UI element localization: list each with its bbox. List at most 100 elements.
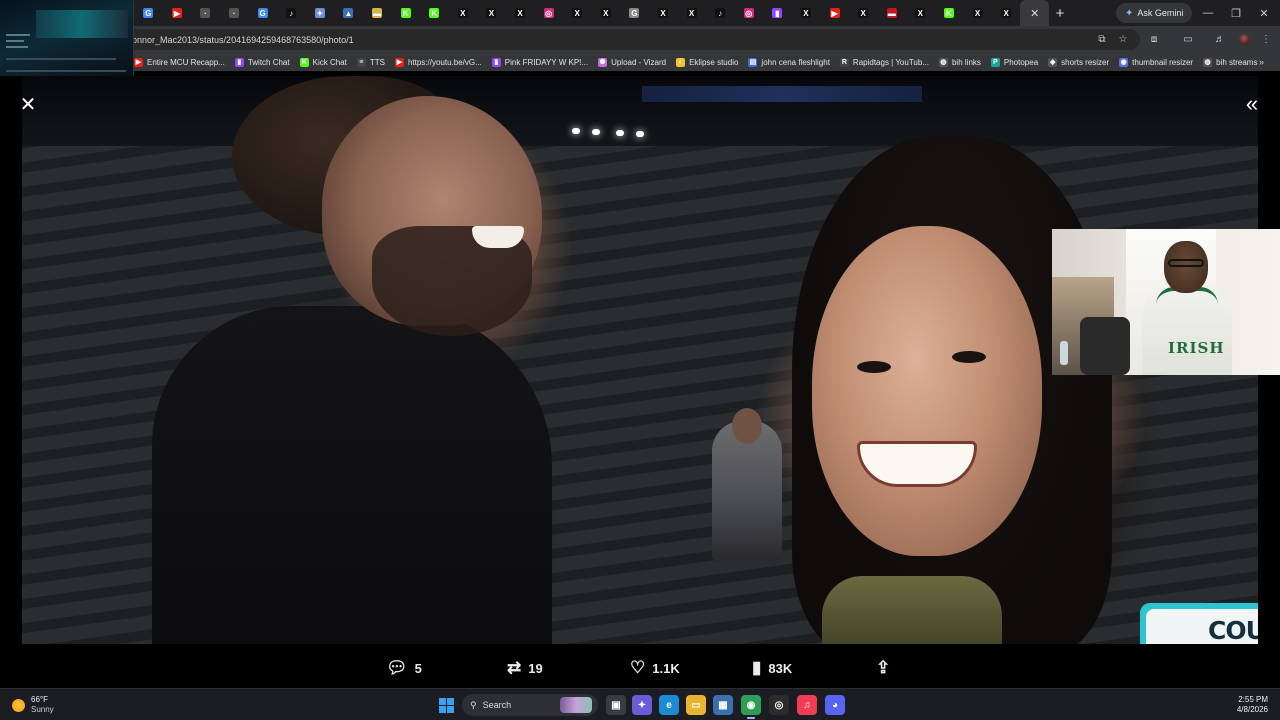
browser-tab[interactable]: ▬ xyxy=(877,0,906,26)
system-clock[interactable]: 2:55 PM 4/8/2026 xyxy=(1237,695,1268,715)
close-viewer-button[interactable]: ✕ xyxy=(16,92,40,116)
bookmark-item[interactable]: P Photopea xyxy=(990,57,1038,67)
x-icon: X xyxy=(915,8,926,18)
bookmark-item[interactable]: ▶ Entire MCU Recapp... xyxy=(134,57,225,67)
browser-tab[interactable]: X xyxy=(677,0,706,26)
browser-tab[interactable]: X xyxy=(992,0,1021,26)
bookmark-star-icon[interactable]: ☆ xyxy=(1116,31,1130,47)
repost-button[interactable]: ⇄ 19 xyxy=(507,658,543,678)
arena-light xyxy=(592,129,600,135)
maximize-button[interactable]: ❐ xyxy=(1222,0,1250,26)
bookmark-item[interactable]: R Rapidtags | YouTub... xyxy=(839,57,929,67)
views-button[interactable]: ▮ 83K xyxy=(752,658,792,678)
close-window-button[interactable]: ✕ xyxy=(1250,0,1278,26)
reply-button[interactable]: 💬︎ 5 xyxy=(386,658,422,678)
woman-eye xyxy=(952,351,986,363)
bookmarks-overflow-button[interactable]: » xyxy=(1259,53,1264,71)
obs-icon[interactable]: ◎ xyxy=(769,695,789,715)
kick-icon: K xyxy=(429,8,440,18)
like-button[interactable]: ♡ 1.1K xyxy=(630,658,680,678)
bookmark-item[interactable]: ◐ Eklipse studio xyxy=(676,57,738,67)
twitch-icon: ▮ xyxy=(772,8,783,18)
browser-tab[interactable]: G xyxy=(134,0,163,26)
chrome-icon[interactable]: ◉ xyxy=(741,695,761,715)
search-label: Search xyxy=(482,700,512,710)
x-icon: X xyxy=(515,8,526,18)
browser-tab[interactable]: G xyxy=(620,0,649,26)
browser-tab[interactable]: X xyxy=(449,0,478,26)
broadcast-badge: COU xyxy=(1140,603,1258,644)
browser-tab[interactable]: X xyxy=(792,0,821,26)
bookmark-item[interactable]: ✺ Upload - Vizard xyxy=(598,57,666,67)
profile-avatar[interactable] xyxy=(1236,31,1252,47)
browser-tab[interactable]: ▮ xyxy=(763,0,792,26)
browser-tab[interactable]: X xyxy=(477,0,506,26)
browser-tab[interactable]: ▲ xyxy=(334,0,363,26)
bookmark-item[interactable]: ◍ bih links xyxy=(938,57,981,67)
active-tab[interactable]: ✕ xyxy=(1020,0,1049,26)
browser-tab[interactable]: X xyxy=(592,0,621,26)
ask-gemini-button[interactable]: ✦ Ask Gemini xyxy=(1116,3,1193,23)
media-controls-icon[interactable]: ♬ xyxy=(1212,31,1228,47)
bookmark-item[interactable]: ≡ TTS xyxy=(356,57,385,67)
bookmark-item[interactable]: ▮ Pink FRIDAYY W KP!... xyxy=(491,57,588,67)
browser-tab[interactable]: · xyxy=(191,0,220,26)
address-bar[interactable]: onnor_Mac2013/status/2041694259468763580… xyxy=(124,29,1140,50)
browser-tab[interactable]: · xyxy=(220,0,249,26)
store-icon[interactable]: ▦ xyxy=(713,695,733,715)
browser-tab[interactable]: X xyxy=(563,0,592,26)
bookmark-item[interactable]: ▤ john cena fleshlight xyxy=(748,57,830,67)
copilot-icon[interactable]: ✦ xyxy=(632,695,652,715)
bookmark-item[interactable]: ◈ shorts resizer xyxy=(1048,57,1109,67)
weather-condition: Sunny xyxy=(31,705,54,714)
edge-icon[interactable]: e xyxy=(659,695,679,715)
browser-tab[interactable]: K xyxy=(935,0,964,26)
bookmark-item[interactable]: ▮ Twitch Chat xyxy=(234,57,290,67)
browser-tab[interactable]: ◎ xyxy=(534,0,563,26)
menu-icon[interactable]: ⋮ xyxy=(1258,31,1274,47)
browser-tab[interactable]: ♪ xyxy=(706,0,735,26)
docs-icon: ▤ xyxy=(748,57,758,67)
bookmark-item[interactable]: ◉ thumbnail resizer xyxy=(1119,57,1193,67)
arena-ribbon-board xyxy=(642,86,922,102)
start-button[interactable] xyxy=(436,695,456,715)
browser-tab[interactable]: K xyxy=(420,0,449,26)
bookmark-item[interactable]: ◍ bih streams xyxy=(1203,57,1257,67)
twitch-icon: ▮ xyxy=(234,57,244,67)
file-explorer-icon[interactable]: ▭ xyxy=(686,695,706,715)
side-panel-icon[interactable]: ▭ xyxy=(1180,31,1196,47)
browser-tab[interactable]: ▶ xyxy=(820,0,849,26)
tab-strip: G ▶ · · G ♪ ✦ ▲ ▬ K K X X X ◎ X X G X X ♪ ◎ ▮ X ▶ X ▬ X K X X ✕ + ✦ Ask … xyxy=(0,0,1280,76)
streamer-glasses xyxy=(1168,259,1204,267)
browser-tab[interactable]: ♪ xyxy=(277,0,306,26)
music-icon[interactable]: ♫ xyxy=(797,695,817,715)
new-tab-button[interactable]: + xyxy=(1049,0,1071,26)
browser-tab[interactable]: G xyxy=(248,0,277,26)
discord-icon[interactable]: ◕ xyxy=(825,695,845,715)
minimize-button[interactable]: — xyxy=(1194,0,1222,26)
browser-tab[interactable]: ▶ xyxy=(163,0,192,26)
x-icon: X xyxy=(657,8,668,18)
extensions-icon[interactable]: ⧈ xyxy=(1146,31,1162,47)
share-button[interactable]: ⇪ xyxy=(876,658,890,678)
install-app-icon[interactable]: ⧉ xyxy=(1095,31,1109,47)
sun-icon xyxy=(12,698,25,712)
browser-tab[interactable]: X xyxy=(649,0,678,26)
browser-tab[interactable]: ✦ xyxy=(306,0,335,26)
vizard-icon: ✺ xyxy=(598,57,608,67)
browser-tab[interactable]: ▬ xyxy=(363,0,392,26)
taskbar-search[interactable]: ⚲ Search xyxy=(462,694,598,716)
rapidtags-icon: R xyxy=(839,57,849,67)
weather-widget[interactable]: 66°F Sunny xyxy=(12,695,54,715)
browser-tab[interactable]: K xyxy=(391,0,420,26)
browser-tab[interactable]: X xyxy=(906,0,935,26)
browser-tab[interactable]: ◎ xyxy=(734,0,763,26)
browser-tab[interactable]: X xyxy=(506,0,535,26)
browser-tab[interactable]: X xyxy=(849,0,878,26)
taskview-icon[interactable]: ▣ xyxy=(606,695,626,715)
browser-tab[interactable]: X xyxy=(963,0,992,26)
close-tab-icon[interactable]: ✕ xyxy=(1030,7,1039,20)
bookmark-item[interactable]: K Kick Chat xyxy=(299,57,347,67)
bookmark-item[interactable]: ▶ https://youtu.be/vG... xyxy=(394,57,482,67)
collapse-panel-button[interactable]: « xyxy=(1240,91,1264,116)
